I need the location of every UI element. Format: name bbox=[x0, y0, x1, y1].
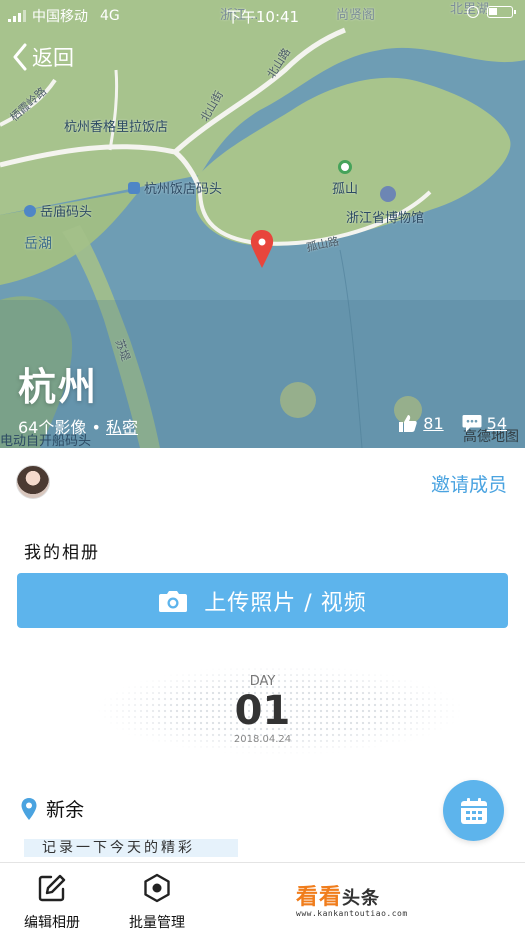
chevron-left-icon bbox=[13, 43, 27, 71]
dock-icon bbox=[24, 205, 36, 217]
map-label: 岳庙码头 bbox=[24, 201, 92, 220]
edit-album-label: 编辑相册 bbox=[24, 915, 80, 931]
back-label: 返回 bbox=[32, 46, 74, 70]
back-button[interactable]: 返回 bbox=[12, 42, 74, 72]
invite-members-link[interactable]: 邀请成员 bbox=[431, 470, 507, 497]
comment-count: 54 bbox=[486, 414, 507, 433]
status-bar: 中国移动 4G 下午10:41 bbox=[0, 0, 525, 30]
batch-manage-button[interactable]: 批量管理 bbox=[112, 873, 202, 932]
day-date: 2018.04.24 bbox=[233, 734, 292, 745]
map-label: 岳湖 bbox=[24, 236, 52, 252]
album-stats: 81 54 bbox=[398, 414, 507, 433]
batch-manage-label: 批量管理 bbox=[129, 915, 185, 931]
status-time: 下午10:41 bbox=[225, 8, 300, 26]
calendar-button[interactable] bbox=[443, 780, 504, 841]
album-title: 杭州 bbox=[18, 365, 99, 409]
map-label: 浙江省博物馆 bbox=[346, 211, 425, 226]
album-meta: 64个影像 • 私密 bbox=[18, 414, 138, 438]
upload-media-button[interactable]: 上传照片 / 视频 bbox=[17, 573, 508, 628]
member-avatar[interactable] bbox=[16, 465, 50, 499]
upload-label: 上传照片 / 视频 bbox=[204, 590, 367, 616]
map-label: 孤山 bbox=[332, 182, 359, 197]
watermark-logo: 看看头条 www.kankantoutiao.com bbox=[296, 885, 408, 918]
comment-button[interactable]: 54 bbox=[462, 414, 507, 433]
bottom-toolbar: 编辑相册 批量管理 看看头条 www.kankantoutiao.com bbox=[0, 862, 525, 933]
privacy-link[interactable]: 私密 bbox=[106, 418, 138, 437]
like-button[interactable]: 81 bbox=[398, 414, 444, 433]
edit-icon bbox=[38, 874, 66, 902]
battery-icon bbox=[487, 6, 516, 18]
location-tag[interactable]: 新余 bbox=[20, 795, 84, 822]
location-name: 新余 bbox=[46, 799, 85, 821]
dock-icon bbox=[128, 182, 140, 194]
edit-album-button[interactable]: 编辑相册 bbox=[7, 873, 97, 932]
album-name[interactable]: 我的相册 bbox=[24, 538, 100, 563]
meta-separator: • bbox=[91, 418, 101, 437]
album-cover-map[interactable]: 浙江... 尚贤阁 北里湖 栖霞岭路 杭州香格里拉饭店 北山街 北山路 杭州饭店… bbox=[0, 0, 525, 448]
museum-icon bbox=[380, 186, 396, 202]
location-pin-icon bbox=[21, 797, 37, 820]
like-count: 81 bbox=[423, 414, 444, 433]
map-label: 杭州香格里拉饭店 bbox=[64, 120, 169, 135]
day-number: 01 bbox=[234, 688, 291, 734]
hexagon-settings-icon bbox=[144, 873, 170, 903]
thumbs-up-icon bbox=[399, 415, 418, 432]
photo-count: 64个影像 bbox=[18, 418, 87, 437]
comment-icon bbox=[462, 415, 482, 432]
camera-icon bbox=[159, 590, 188, 612]
park-icon bbox=[338, 160, 352, 174]
alarm-icon bbox=[467, 6, 479, 18]
calendar-icon bbox=[460, 797, 487, 824]
map-label: 杭州饭店码头 bbox=[128, 178, 222, 197]
day-label: DAY bbox=[249, 674, 276, 689]
day-note[interactable]: 记录一下今天的精彩 bbox=[24, 839, 238, 857]
